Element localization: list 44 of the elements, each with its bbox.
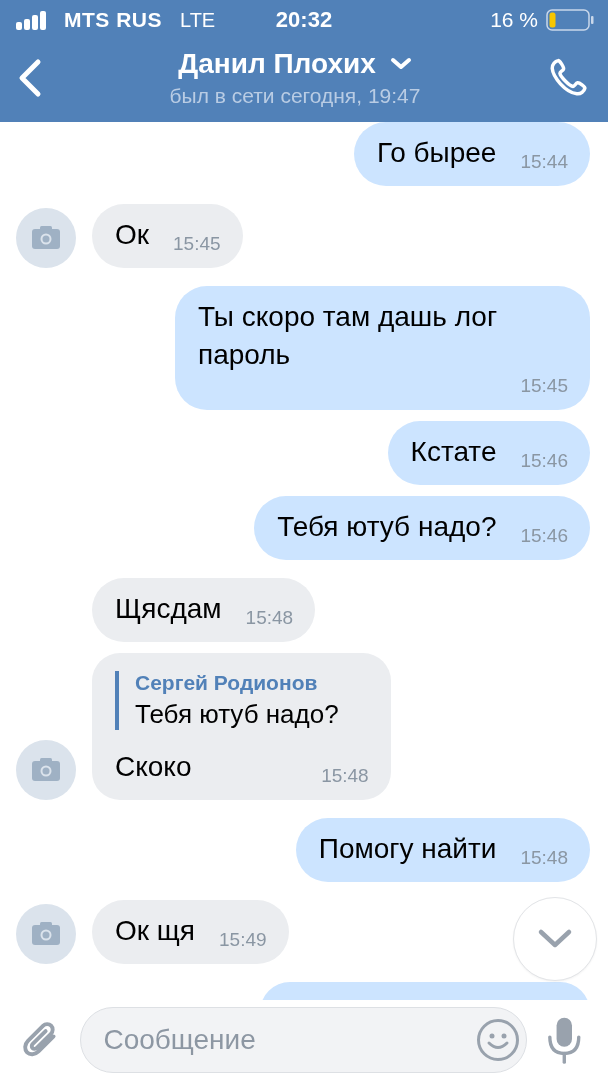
avatar-camera-icon[interactable] [16, 208, 76, 268]
message-bubble[interactable]: Кстате 15:46 [387, 421, 590, 485]
message-text: Скоко [115, 750, 192, 784]
contact-name[interactable]: Данил Плохих [178, 48, 376, 80]
quote-text: Тебя ютуб надо? [135, 699, 339, 730]
message-time: 15:48 [245, 606, 294, 630]
message-bubble[interactable]: Го бырее 15:44 [353, 122, 590, 186]
message-bubble[interactable]: Ок щя 15:49 [92, 900, 289, 964]
message-time: 15:46 [520, 524, 568, 548]
message-bubble[interactable]: Тебя ютуб надо? 15:46 [254, 496, 590, 560]
message-time: 15:48 [321, 764, 369, 788]
caret-icon[interactable] [389, 57, 412, 71]
message-bubble[interactable]: Сергей Родионов Тебя ютуб надо? Скоко 15:48 [92, 653, 391, 800]
message-text: Кстате [410, 435, 497, 469]
message-time: 15:45 [173, 232, 221, 256]
message-time: 15:44 [520, 150, 568, 174]
message-text: Щясдам [115, 592, 222, 626]
quoted-message[interactable]: Сергей Родионов Тебя ютуб надо? [115, 671, 339, 730]
carrier-name: MTS RUS [64, 8, 162, 32]
avatar-camera-icon[interactable] [16, 904, 76, 964]
message-time: 15:46 [520, 449, 568, 473]
message-text: Го бырее [376, 136, 497, 170]
message-text: Тебя ютуб надо? [277, 510, 497, 544]
battery-percent: 16 % [490, 8, 538, 32]
message-input[interactable]: Сообщение [80, 1007, 528, 1073]
clock: 20:32 [275, 7, 333, 33]
message-time: 15:49 [219, 928, 267, 952]
message-time: 15:48 [520, 846, 568, 870]
chevron-down-icon[interactable] [537, 928, 573, 950]
message-text: Ок [115, 218, 150, 252]
message-bubble[interactable]: Щясдам 15:48 [92, 578, 316, 642]
quote-author: Сергей Родионов [135, 671, 319, 695]
message-bubble[interactable]: Помогу найти 15:48 [295, 818, 590, 882]
network-type: LTE [180, 8, 216, 32]
avatar-camera-icon[interactable] [16, 740, 76, 800]
message-bubble[interactable]: Ты скоро там дашь лог пароль 15:45 [175, 286, 590, 410]
last-seen-text: был в сети сегодня, 19:47 [169, 84, 421, 108]
message-text: Ок щя [115, 914, 195, 948]
message-text: Ты скоро там дашь лог пароль [198, 300, 499, 372]
smiley-icon[interactable] [476, 1018, 521, 1062]
battery-icon [546, 9, 594, 31]
message-time: 15:45 [520, 374, 568, 398]
message-text: Помогу найти [318, 832, 497, 866]
message-bubble[interactable]: Ок 15:45 [92, 204, 243, 268]
